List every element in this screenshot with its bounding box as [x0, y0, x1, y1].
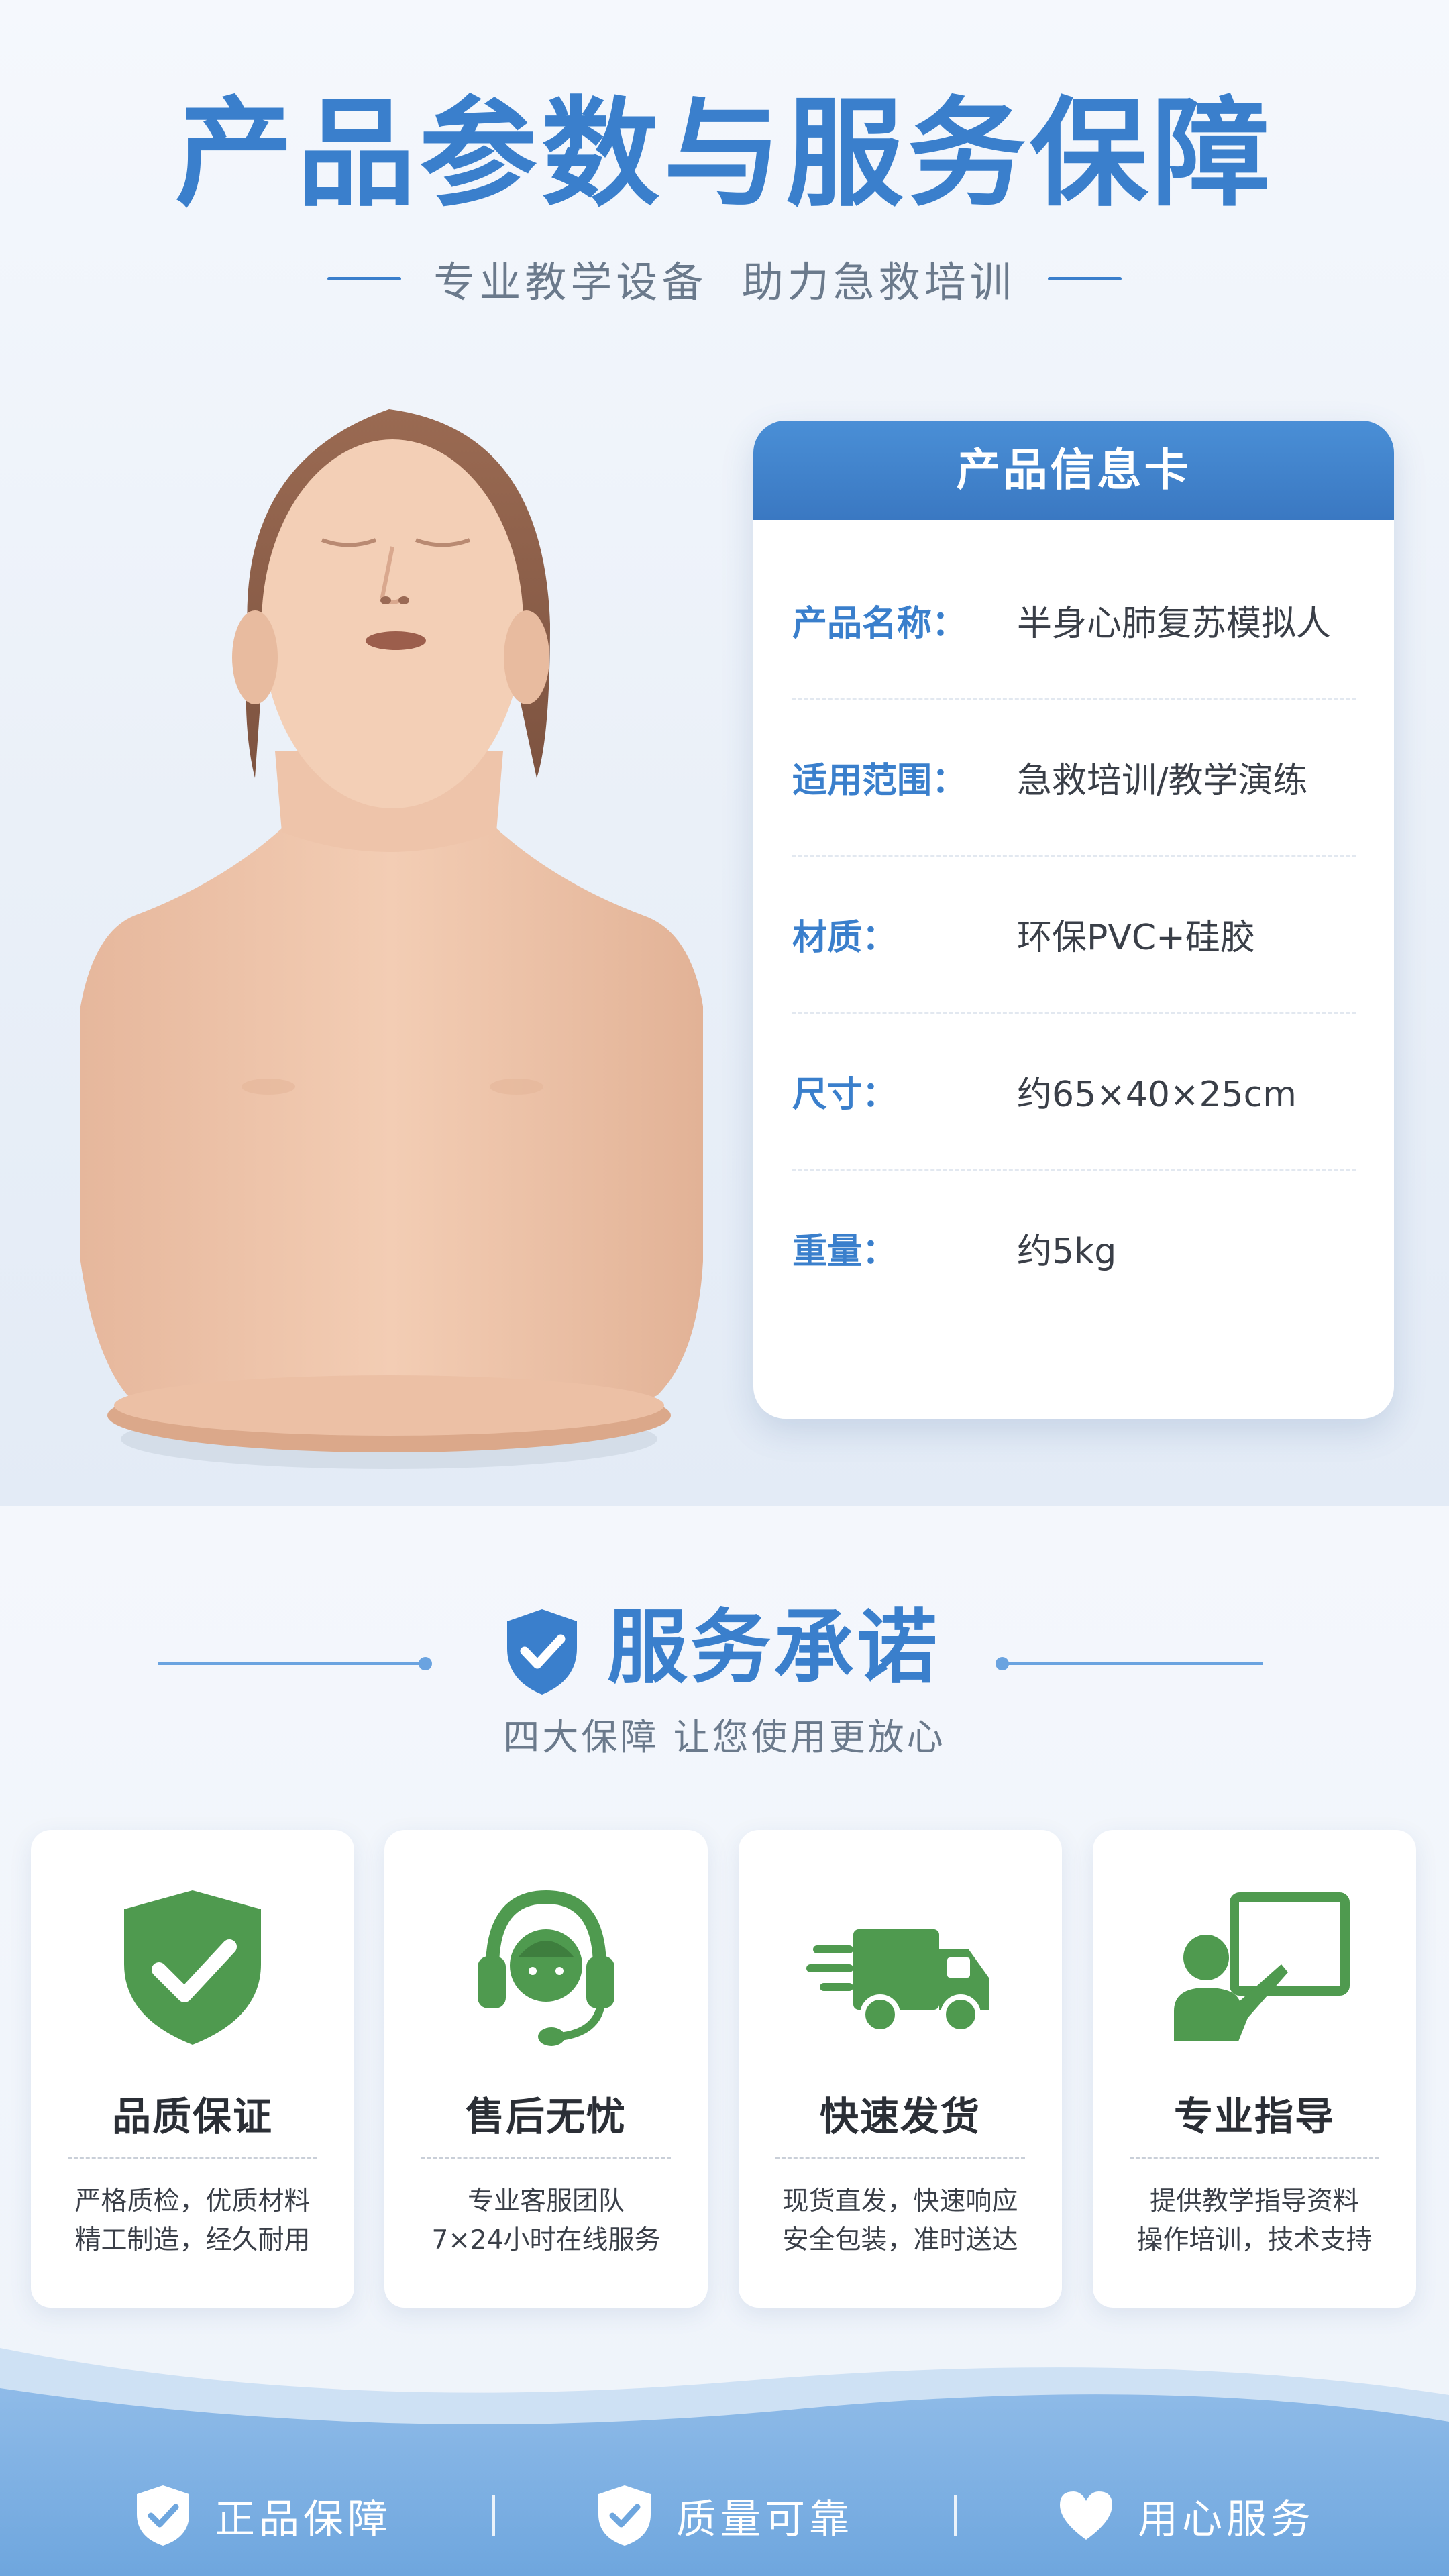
shield-check-icon: [124, 1890, 261, 2045]
page-title: 产品参数与服务保障: [174, 85, 1274, 223]
feature-desc-line: 严格质检，优质材料: [74, 2186, 311, 2216]
info-label: 重量：: [792, 1231, 898, 1272]
feature-desc-line: 7×24小时在线服务: [431, 2225, 661, 2255]
footer-item-authentic: 正品保障: [134, 2483, 392, 2548]
feature-divider: [775, 2157, 1025, 2159]
product-info-card: 产品信息卡 产品名称： 半身心肺复苏模拟人 适用范围： 急救培训/教学演练 材质…: [753, 421, 1394, 1419]
info-value: 急救培训/教学演练: [1017, 760, 1308, 801]
service-line-left: [158, 1662, 426, 1665]
footer-label: 正品保障: [215, 2496, 392, 2543]
feature-desc: 严格质检，优质材料 精工制造，经久耐用: [31, 2182, 354, 2260]
shield-check-icon: [137, 2485, 189, 2546]
feature-title: 售后无忧: [465, 2094, 627, 2139]
feature-desc-line: 现货直发，快速响应: [782, 2186, 1018, 2216]
feature-divider: [421, 2157, 671, 2159]
feature-title: 专业指导: [1173, 2094, 1335, 2139]
feature-card-aftersales: 售后无忧 专业客服团队 7×24小时在线服务: [384, 1830, 708, 2308]
feature-card-guidance: 专业指导 提供教学指导资料 操作培训，技术支持: [1093, 1830, 1416, 2308]
feature-desc: 专业客服团队 7×24小时在线服务: [384, 2182, 708, 2260]
info-row-scope: 适用范围： 急救培训/教学演练: [792, 698, 1356, 857]
info-card-title: 产品信息卡: [753, 421, 1394, 520]
info-label: 尺寸：: [792, 1074, 898, 1115]
service-title: 服务承诺: [607, 1601, 940, 1695]
footer-separator: [492, 2496, 495, 2536]
info-label: 材质：: [792, 917, 898, 958]
feature-title: 品质保证: [111, 2094, 273, 2139]
feature-card-quality: 品质保证 严格质检，优质材料 精工制造，经久耐用: [31, 1830, 354, 2308]
delivery-truck-icon: [806, 1929, 989, 2035]
subtitle-row: 专业教学设备 助力急救培训: [0, 248, 1449, 309]
shield-check-icon: [598, 2485, 651, 2546]
service-dot-left: [419, 1657, 432, 1670]
feature-divider: [1130, 2157, 1379, 2159]
page-subtitle: 专业教学设备 助力急救培训: [433, 258, 1016, 307]
feature-desc-line: 操作培训，技术支持: [1136, 2225, 1373, 2255]
info-label: 适用范围：: [792, 760, 967, 801]
info-value: 约65×40×25cm: [1017, 1074, 1297, 1115]
shield-check-icon: [507, 1609, 577, 1695]
info-row-weight: 重量： 约5kg: [792, 1169, 1356, 1326]
info-row-material: 材质： 环保PVC+硅胶: [792, 855, 1356, 1014]
cpr-manikin-image: [80, 409, 703, 1469]
subtitle-line-right: [1047, 276, 1122, 280]
subtitle-line-left: [327, 276, 402, 280]
footer-bar: 正品保障 质量可靠 用心服务: [0, 2475, 1449, 2556]
headset-icon: [478, 1890, 614, 2046]
footer-label: 质量可靠: [676, 2496, 853, 2543]
feature-title: 快速发货: [819, 2094, 981, 2139]
info-value: 约5kg: [1017, 1231, 1117, 1272]
info-row-name: 产品名称： 半身心肺复苏模拟人: [792, 541, 1356, 700]
feature-desc: 现货直发，快速响应 安全包装，准时送达: [739, 2182, 1062, 2260]
footer-label: 用心服务: [1138, 2496, 1315, 2543]
heart-icon: [1060, 2491, 1112, 2540]
footer-item-reliable: 质量可靠: [596, 2483, 853, 2548]
service-subtitle: 四大保障 让您使用更放心: [503, 1716, 946, 1758]
info-label: 产品名称：: [792, 603, 967, 644]
footer-separator: [954, 2496, 957, 2536]
info-row-size: 尺寸： 约65×40×25cm: [792, 1012, 1356, 1171]
feature-card-delivery: 快速发货 现货直发，快速响应 安全包装，准时送达: [739, 1830, 1062, 2308]
feature-desc-line: 精工制造，经久耐用: [74, 2225, 311, 2255]
feature-divider: [68, 2157, 317, 2159]
footer-item-service: 用心服务: [1057, 2483, 1315, 2548]
feature-desc-line: 提供教学指导资料: [1149, 2186, 1359, 2216]
service-line-right: [1001, 1662, 1263, 1665]
info-value: 半身心肺复苏模拟人: [1017, 603, 1332, 644]
feature-desc: 提供教学指导资料 操作培训，技术支持: [1093, 2182, 1416, 2260]
feature-desc-line: 专业客服团队: [467, 2186, 625, 2216]
feature-desc-line: 安全包装，准时送达: [782, 2225, 1018, 2255]
info-value: 环保PVC+硅胶: [1017, 917, 1255, 958]
teacher-board-icon: [1174, 1892, 1350, 2041]
